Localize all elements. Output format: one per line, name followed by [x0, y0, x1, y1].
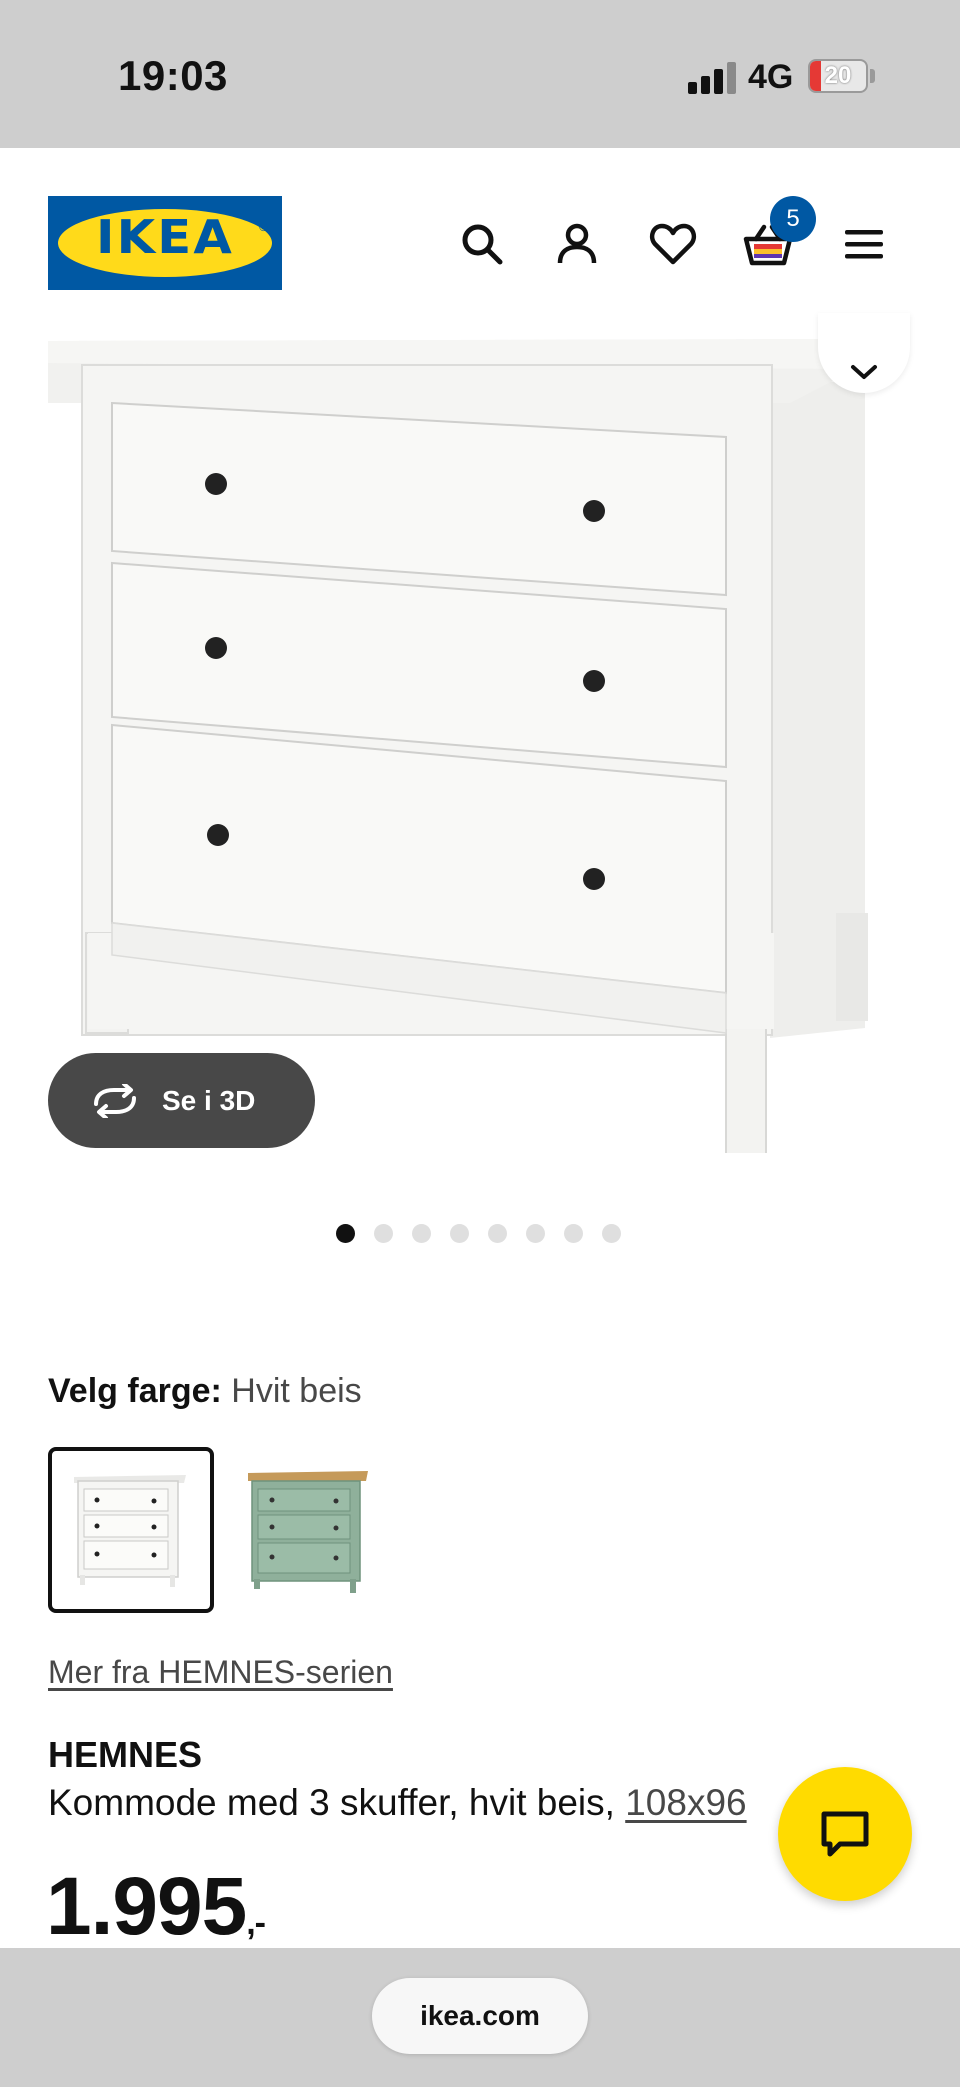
- image-pager: [336, 1224, 640, 1244]
- site-header: IKEA ® 5: [0, 148, 960, 333]
- price-value: 1.995: [46, 1861, 247, 1952]
- series-link[interactable]: Mer fra HEMNES-serien: [48, 1654, 393, 1691]
- color-value: Hvit beis: [231, 1372, 362, 1410]
- product-price: 1.995,-: [46, 1860, 266, 1954]
- product-description: Kommode med 3 skuffer, hvit beis, 108x96: [48, 1782, 808, 1824]
- battery-icon: 20: [808, 59, 868, 93]
- view-3d-button[interactable]: Se i 3D: [48, 1053, 315, 1148]
- network-label: 4G: [748, 58, 794, 96]
- pager-dot[interactable]: [412, 1224, 431, 1243]
- product-image[interactable]: [0, 313, 960, 1159]
- profile-icon[interactable]: [549, 216, 605, 272]
- url-bar[interactable]: ikea.com: [372, 1978, 588, 2054]
- color-swatch-white[interactable]: [48, 1447, 214, 1613]
- color-swatch-green[interactable]: [240, 1447, 406, 1613]
- color-selector-heading: Velg farge: Hvit beis: [48, 1372, 362, 1411]
- browser-bar: ikea.com: [0, 1948, 960, 2087]
- product-dimensions-link[interactable]: 108x96: [625, 1782, 746, 1823]
- product-name: HEMNES: [48, 1734, 203, 1775]
- heart-icon[interactable]: [645, 216, 701, 272]
- view-3d-label: Se i 3D: [162, 1084, 256, 1116]
- signal-icon: [688, 62, 736, 94]
- pager-dot[interactable]: [602, 1224, 621, 1243]
- status-bar: 19:03 4G 20: [0, 0, 960, 148]
- menu-icon[interactable]: [836, 216, 892, 272]
- battery-tip: [870, 69, 875, 83]
- chevron-down-icon: [851, 365, 877, 379]
- battery-level: 20: [824, 62, 852, 89]
- pager-dot[interactable]: [450, 1224, 469, 1243]
- product-description-text: Kommode med 3 skuffer, hvit beis,: [48, 1782, 615, 1823]
- pager-dot[interactable]: [564, 1224, 583, 1243]
- chat-icon: [821, 1811, 869, 1857]
- ikea-logo[interactable]: IKEA ®: [48, 196, 282, 290]
- cart-count-badge: 5: [770, 196, 816, 242]
- status-time: 19:03: [118, 52, 228, 99]
- pager-dot[interactable]: [374, 1224, 393, 1243]
- chat-button[interactable]: [778, 1767, 912, 1901]
- price-suffix: ,-: [246, 1904, 266, 1942]
- logo-text: IKEA: [95, 210, 235, 264]
- pager-dot[interactable]: [488, 1224, 507, 1243]
- pager-dot[interactable]: [336, 1224, 355, 1243]
- rotate-3d-icon: [94, 1083, 136, 1118]
- color-label: Velg farge:: [48, 1372, 222, 1410]
- search-icon[interactable]: [454, 216, 510, 272]
- pager-dot[interactable]: [526, 1224, 545, 1243]
